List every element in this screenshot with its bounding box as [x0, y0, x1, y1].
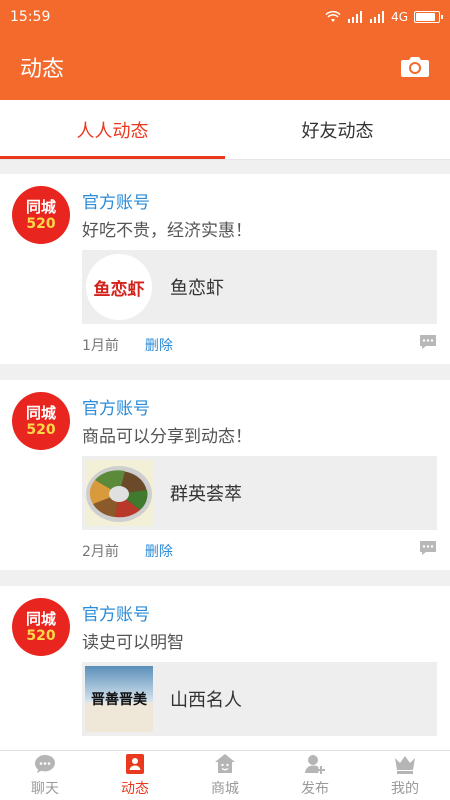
shared-title: 群英荟萃 — [170, 484, 242, 505]
feed-list[interactable]: 同城 520 官方账号 好吃不贵，经济实惠！ 鱼恋虾 鱼恋虾 1月前 删除 同城… — [0, 160, 450, 750]
publish-icon — [305, 755, 325, 774]
post-content: 读史可以明智 — [82, 633, 184, 653]
shared-thumbnail — [84, 460, 154, 526]
tab-friends[interactable]: 好友动态 — [225, 100, 450, 159]
post-author[interactable]: 官方账号 — [82, 394, 150, 419]
contacts-icon — [126, 754, 144, 774]
camera-icon — [401, 57, 429, 77]
signal-icon — [370, 11, 385, 23]
post-content: 商品可以分享到动态！ — [82, 427, 252, 447]
food-platter-image — [85, 460, 153, 526]
post-card: 同城 520 官方账号 读史可以明智 晋善晋美 山西名人 — [0, 586, 450, 750]
shared-thumbnail: 晋善晋美 — [84, 666, 154, 732]
tab-everyone[interactable]: 人人动态 — [0, 100, 225, 159]
nav-profile[interactable]: 我的 — [360, 751, 450, 800]
shared-title: 山西名人 — [170, 690, 242, 711]
post-time: 2月前 — [82, 544, 119, 560]
nav-label: 发布 — [301, 781, 329, 797]
post-meta: 1月前 删除 — [82, 335, 173, 355]
avatar[interactable]: 同城 520 — [12, 392, 70, 450]
page-title: 动态 — [20, 57, 65, 82]
shared-thumbnail: 鱼恋虾 — [84, 254, 154, 320]
post-author[interactable]: 官方账号 — [82, 188, 150, 213]
post-content: 好吃不贵，经济实惠！ — [82, 221, 252, 241]
battery-icon — [414, 11, 443, 23]
network-type: 4G — [391, 10, 408, 24]
status-bar: 15:59 4G — [0, 0, 450, 34]
shared-item[interactable]: 群英荟萃 — [82, 456, 437, 530]
post-author[interactable]: 官方账号 — [82, 600, 150, 625]
tab-bar: 人人动态 好友动态 — [0, 100, 450, 160]
signal-icon — [348, 11, 363, 23]
shared-item[interactable]: 晋善晋美 山西名人 — [82, 662, 437, 736]
post-card: 同城 520 官方账号 商品可以分享到动态！ 群英荟萃 2月前 删除 — [0, 380, 450, 570]
delete-link[interactable]: 删除 — [145, 541, 173, 561]
app-bar: 动态 — [0, 34, 450, 100]
status-time: 15:59 — [10, 9, 51, 25]
shared-item[interactable]: 鱼恋虾 鱼恋虾 — [82, 250, 437, 324]
post-time: 1月前 — [82, 338, 119, 354]
nav-feed[interactable]: 动态 — [90, 751, 180, 800]
camera-button[interactable] — [398, 50, 432, 84]
bottom-navigation: 聊天 动态 商城 发布 我的 — [0, 750, 450, 800]
nav-label: 聊天 — [31, 781, 59, 797]
post-meta: 2月前 删除 — [82, 541, 173, 561]
nav-store[interactable]: 商城 — [180, 751, 270, 800]
chat-icon — [35, 755, 55, 773]
nav-label: 动态 — [121, 781, 149, 797]
nav-label: 商城 — [211, 781, 239, 797]
status-icons: 4G — [325, 10, 443, 24]
avatar[interactable]: 同城 520 — [12, 186, 70, 244]
comment-icon[interactable] — [418, 538, 438, 558]
nav-label: 我的 — [391, 781, 419, 797]
nav-publish[interactable]: 发布 — [270, 751, 360, 800]
nav-chat[interactable]: 聊天 — [0, 751, 90, 800]
wifi-icon — [325, 11, 341, 22]
delete-link[interactable]: 删除 — [145, 335, 173, 355]
shared-title: 鱼恋虾 — [170, 278, 224, 299]
post-card: 同城 520 官方账号 好吃不贵，经济实惠！ 鱼恋虾 鱼恋虾 1月前 删除 — [0, 174, 450, 364]
comment-icon[interactable] — [418, 332, 438, 352]
crown-icon — [395, 756, 415, 774]
avatar[interactable]: 同城 520 — [12, 598, 70, 656]
store-icon — [215, 754, 235, 773]
